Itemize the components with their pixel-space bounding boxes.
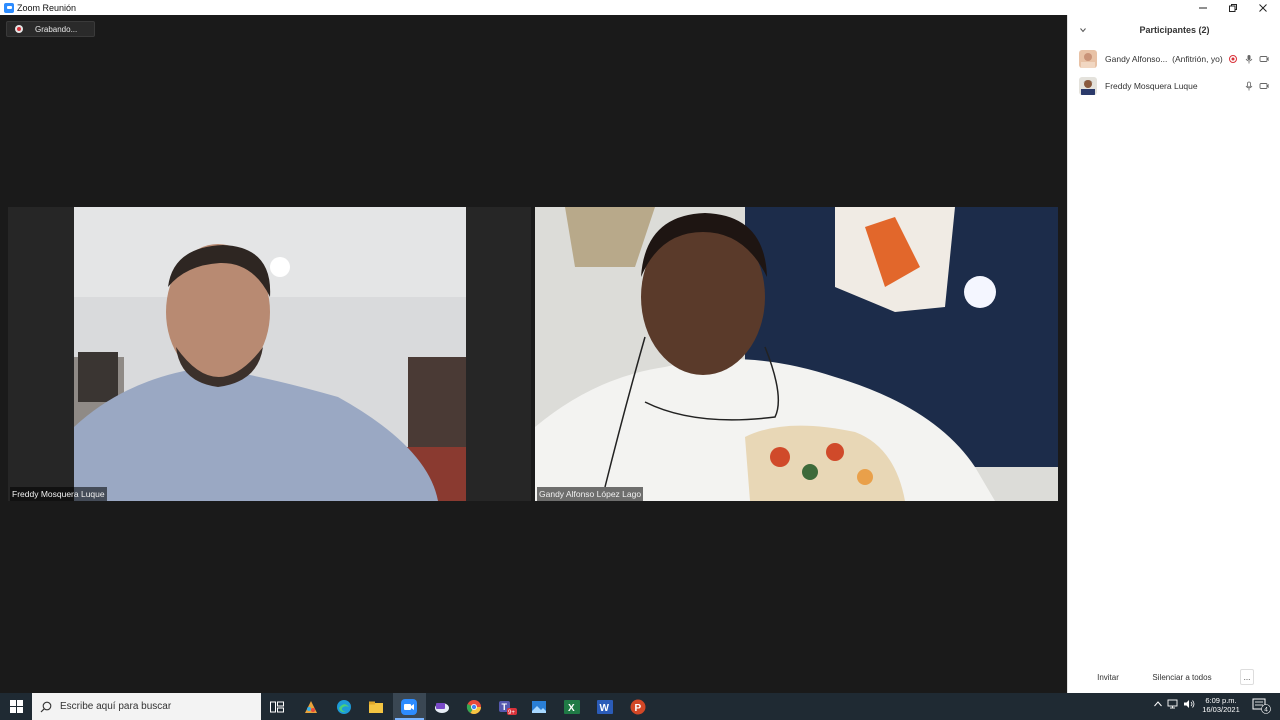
search-placeholder: Escribe aquí para buscar: [60, 701, 172, 712]
volume-icon[interactable]: [1183, 699, 1195, 711]
mic-icon[interactable]: [1244, 81, 1254, 91]
teams-icon[interactable]: T 9+: [496, 696, 518, 718]
svg-text:P: P: [635, 703, 642, 714]
minimize-button[interactable]: [1188, 0, 1218, 15]
teams-badge: 9+: [508, 710, 515, 716]
participant-name: Gandy Alfonso... (Anfitrión, yo): [1105, 54, 1223, 64]
photos-icon[interactable]: [528, 696, 550, 718]
notification-count: 4: [1264, 707, 1268, 714]
more-options-button[interactable]: ...: [1240, 669, 1254, 685]
window-title: Zoom Reunión: [17, 2, 77, 13]
participants-panel: Participantes (2) Gandy Alfonso... (Anfi…: [1067, 15, 1280, 693]
taskbar-clock[interactable]: 6:09 p.m. 16/03/2021: [1196, 696, 1246, 714]
restore-icon: [1229, 3, 1237, 12]
tile-name-label: Freddy Mosquera Luque: [10, 487, 107, 501]
show-hidden-icons-icon[interactable]: [1153, 699, 1163, 711]
task-view-icon[interactable]: [266, 696, 288, 718]
network-icon[interactable]: [1167, 699, 1179, 711]
participant-role: (Anfitrión, yo): [1172, 54, 1223, 64]
recording-icon: [15, 25, 23, 33]
svg-text:W: W: [600, 703, 610, 714]
camera-icon[interactable]: [1259, 81, 1269, 91]
close-button[interactable]: [1248, 0, 1278, 15]
meeting-area: Grabando... Freddy Mosquera Luque Gandy …: [0, 15, 1067, 693]
video-feed-freddy: [8, 207, 531, 501]
chrome-icon[interactable]: [463, 696, 485, 718]
svg-text:X: X: [568, 703, 575, 714]
participant-row[interactable]: Freddy Mosquera Luque: [1068, 75, 1280, 97]
video-tile-gandy[interactable]: Gandy Alfonso López Lago: [535, 207, 1058, 501]
window-titlebar: Zoom Reunión: [0, 0, 1280, 15]
svg-text:T: T: [502, 702, 508, 712]
excel-icon[interactable]: X: [561, 696, 583, 718]
participant-row[interactable]: Gandy Alfonso... (Anfitrión, yo): [1068, 48, 1280, 70]
invite-button[interactable]: Invitar: [1090, 669, 1126, 685]
video-feed-gandy: [535, 207, 1058, 501]
clock-date: 16/03/2021: [1202, 705, 1240, 714]
recording-label: Grabando...: [35, 24, 78, 34]
zoom-icon: [398, 696, 420, 718]
onenote-icon[interactable]: [431, 696, 453, 718]
mic-icon[interactable]: [1244, 54, 1254, 64]
minimize-icon: [1199, 7, 1207, 8]
camera-icon[interactable]: [1259, 54, 1269, 64]
edge-icon[interactable]: [333, 696, 355, 718]
clock-time: 6:09 p.m.: [1205, 696, 1237, 705]
close-icon: [1259, 3, 1267, 12]
avatar: [1079, 77, 1097, 95]
windows-logo-icon: [9, 700, 23, 713]
start-button[interactable]: [0, 693, 32, 720]
tile-name-label: Gandy Alfonso López Lago: [537, 487, 644, 501]
restore-button[interactable]: [1218, 0, 1248, 15]
participants-header: Participantes (2): [1068, 15, 1280, 45]
avatar: [1079, 50, 1097, 68]
search-icon: [40, 701, 52, 712]
participants-footer: Invitar Silenciar a todos ...: [1068, 669, 1280, 685]
participant-name-text: Gandy Alfonso...: [1105, 54, 1168, 64]
powerpoint-icon[interactable]: P: [627, 696, 649, 718]
paint-icon[interactable]: [300, 696, 322, 718]
file-explorer-icon[interactable]: [365, 696, 387, 718]
zoom-app-icon: [4, 2, 14, 13]
notification-center-icon[interactable]: 4: [1252, 698, 1272, 716]
taskbar-search-box[interactable]: Escribe aquí para buscar: [32, 693, 261, 720]
mute-all-button[interactable]: Silenciar a todos: [1148, 669, 1216, 685]
word-icon[interactable]: W: [594, 696, 616, 718]
participants-title: Participantes (2): [1139, 25, 1210, 35]
recording-icon: [1229, 55, 1237, 63]
windows-taskbar: Escribe aquí para buscar T 9+ X W P 6:09…: [0, 693, 1280, 720]
video-tile-freddy[interactable]: Freddy Mosquera Luque: [8, 207, 531, 501]
recording-indicator[interactable]: Grabando...: [6, 21, 95, 37]
participant-name: Freddy Mosquera Luque: [1105, 81, 1198, 91]
